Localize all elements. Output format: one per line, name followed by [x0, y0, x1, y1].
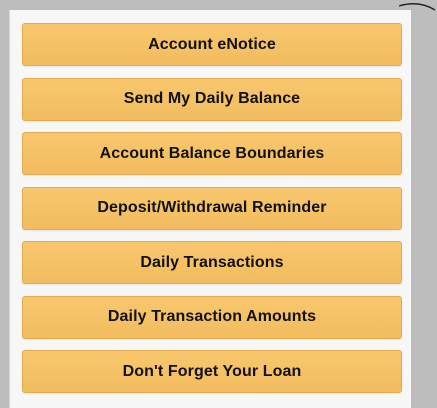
- notice-options-panel: Account eNotice Send My Daily Balance Ac…: [9, 10, 411, 408]
- send-my-daily-balance-button[interactable]: Send My Daily Balance: [22, 77, 402, 121]
- daily-transaction-amounts-button[interactable]: Daily Transaction Amounts: [22, 295, 402, 339]
- dont-forget-your-loan-button[interactable]: Don't Forget Your Loan: [22, 350, 402, 393]
- deposit-withdrawal-reminder-button[interactable]: Deposit/Withdrawal Reminder: [22, 186, 402, 230]
- corner-curve-decoration: [398, 3, 436, 11]
- account-enotice-button[interactable]: Account eNotice: [22, 23, 402, 66]
- daily-transactions-button[interactable]: Daily Transactions: [22, 241, 402, 284]
- account-balance-boundaries-button[interactable]: Account Balance Boundaries: [22, 132, 402, 175]
- notice-options-list: Account eNotice Send My Daily Balance Ac…: [22, 23, 402, 393]
